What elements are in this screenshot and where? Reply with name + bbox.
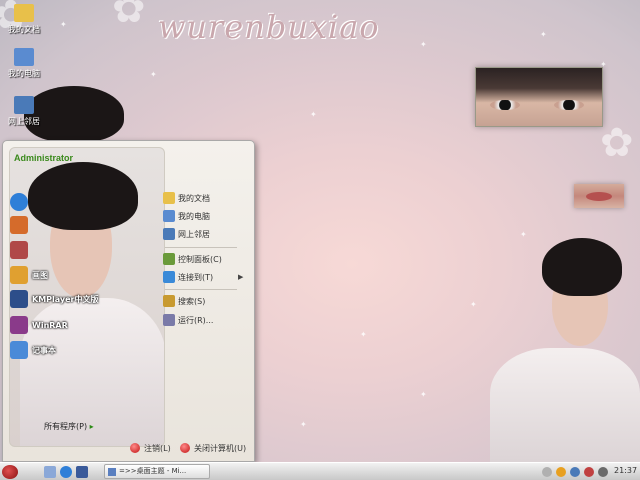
shutdown-button[interactable]: 关闭计算机(U) <box>180 441 246 455</box>
decorative-flower: ✿ <box>112 0 146 32</box>
logoff-button[interactable]: 注销(L) <box>130 441 171 455</box>
all-programs-label: 所有程序(P) <box>44 422 88 431</box>
network-icon <box>14 96 34 114</box>
start-menu-program-paint[interactable]: 画图 <box>10 265 48 285</box>
ie-icon <box>10 193 28 211</box>
right-arrow-icon: ▶ <box>238 273 244 281</box>
sparkle: ✦ <box>420 390 427 399</box>
desktop-icon-my-documents[interactable]: 我的文档 <box>4 4 44 35</box>
program-label: 记事本 <box>32 345 56 355</box>
program-label: 画图 <box>32 270 48 280</box>
tray-security-icon[interactable] <box>584 467 594 477</box>
ppt-icon <box>10 216 28 234</box>
sparkle: ✦ <box>540 30 547 39</box>
sparkle: ✦ <box>300 420 307 429</box>
start-menu-connect-to[interactable]: 连接到(T) <box>163 270 213 284</box>
sparkle: ✦ <box>310 110 317 119</box>
computer-icon <box>14 48 34 66</box>
desktop-icon-label: 网上邻居 <box>8 117 40 126</box>
right-item-label: 我的电脑 <box>178 211 210 221</box>
program-label: KMPlayer中文版 <box>32 294 99 304</box>
wallpaper-lips-photo <box>574 184 624 208</box>
sparkle: ✦ <box>420 40 427 49</box>
sparkle: ✦ <box>470 300 477 309</box>
logoff-label: 注销(L) <box>144 443 171 453</box>
wallpaper-person-right <box>490 238 640 462</box>
tray-qq-icon[interactable] <box>556 467 566 477</box>
computer-icon <box>163 210 175 222</box>
run-icon <box>163 314 175 326</box>
start-menu-program[interactable] <box>10 215 32 235</box>
right-item-label: 运行(R)... <box>178 315 214 325</box>
start-menu-my-documents[interactable]: 我的文档 <box>163 191 210 205</box>
folder-icon <box>163 192 175 204</box>
start-menu-network[interactable]: 网上邻居 <box>163 227 210 241</box>
right-item-label: 网上邻居 <box>178 229 210 239</box>
program-label: WinRAR <box>32 320 68 330</box>
quicklaunch-ie-icon[interactable] <box>60 466 72 478</box>
start-menu-program-winrar[interactable]: WinRAR <box>10 315 68 335</box>
start-menu-program-kmplayer[interactable]: KMPlayer中文版 <box>10 289 99 309</box>
sparkle: ✦ <box>150 70 157 79</box>
desktop-icon-my-computer[interactable]: 我的电脑 <box>4 48 44 79</box>
control-panel-icon <box>163 253 175 265</box>
kmplayer-icon <box>10 290 28 308</box>
tray-network-icon[interactable] <box>570 467 580 477</box>
folder-icon <box>14 4 34 22</box>
desktop-icon-network[interactable]: 网上邻居 <box>4 96 44 127</box>
quicklaunch-media-icon[interactable] <box>76 466 88 478</box>
taskbar: =>>桌面主题 - Mi... 21:37 <box>0 462 640 480</box>
right-item-label: 连接到(T) <box>178 272 214 282</box>
right-item-label: 控制面板(C) <box>178 254 222 264</box>
start-menu-user-name: Administrator <box>14 153 74 163</box>
logoff-icon <box>130 443 140 453</box>
tray-arrow-icon[interactable] <box>542 467 552 477</box>
winrar-icon <box>10 316 28 334</box>
start-menu-program-notepad[interactable]: 记事本 <box>10 340 56 360</box>
search-icon <box>163 295 175 307</box>
right-item-label: 搜索(S) <box>178 296 206 306</box>
start-menu-program[interactable] <box>10 192 32 212</box>
shutdown-label: 关闭计算机(U) <box>194 443 247 453</box>
all-programs-button[interactable]: 所有程序(P) ▸ <box>44 421 94 432</box>
network-icon <box>163 228 175 240</box>
media-icon <box>10 241 28 259</box>
quicklaunch-desktop-icon[interactable] <box>44 466 56 478</box>
right-arrow-icon: ▸ <box>89 422 94 431</box>
taskbar-window-button[interactable]: =>>桌面主题 - Mi... <box>104 464 210 479</box>
menu-separator <box>165 289 237 290</box>
wallpaper-eyes-photo <box>475 67 603 127</box>
start-menu-my-computer[interactable]: 我的电脑 <box>163 209 210 223</box>
desktop-icon-label: 我的电脑 <box>8 69 40 78</box>
start-menu-run[interactable]: 运行(R)... <box>163 313 213 327</box>
start-button[interactable] <box>2 465 18 479</box>
notepad-icon <box>10 341 28 359</box>
start-menu-control-panel[interactable]: 控制面板(C) <box>163 252 222 266</box>
right-item-label: 我的文档 <box>178 193 210 203</box>
paint-icon <box>10 266 28 284</box>
sparkle: ✦ <box>360 330 367 339</box>
power-icon <box>180 443 190 453</box>
wallpaper-title: wurenbuxiao <box>158 8 380 46</box>
taskbar-clock: 21:37 <box>614 466 638 475</box>
start-menu-search[interactable]: 搜索(S) <box>163 294 205 308</box>
decorative-flower: ✿ <box>600 120 634 166</box>
sparkle: ✦ <box>60 20 67 29</box>
menu-separator <box>165 247 237 248</box>
tray-volume-icon[interactable] <box>598 467 608 477</box>
start-menu-program[interactable] <box>10 240 32 260</box>
desktop-icon-label: 我的文档 <box>8 25 40 34</box>
connect-icon <box>163 271 175 283</box>
